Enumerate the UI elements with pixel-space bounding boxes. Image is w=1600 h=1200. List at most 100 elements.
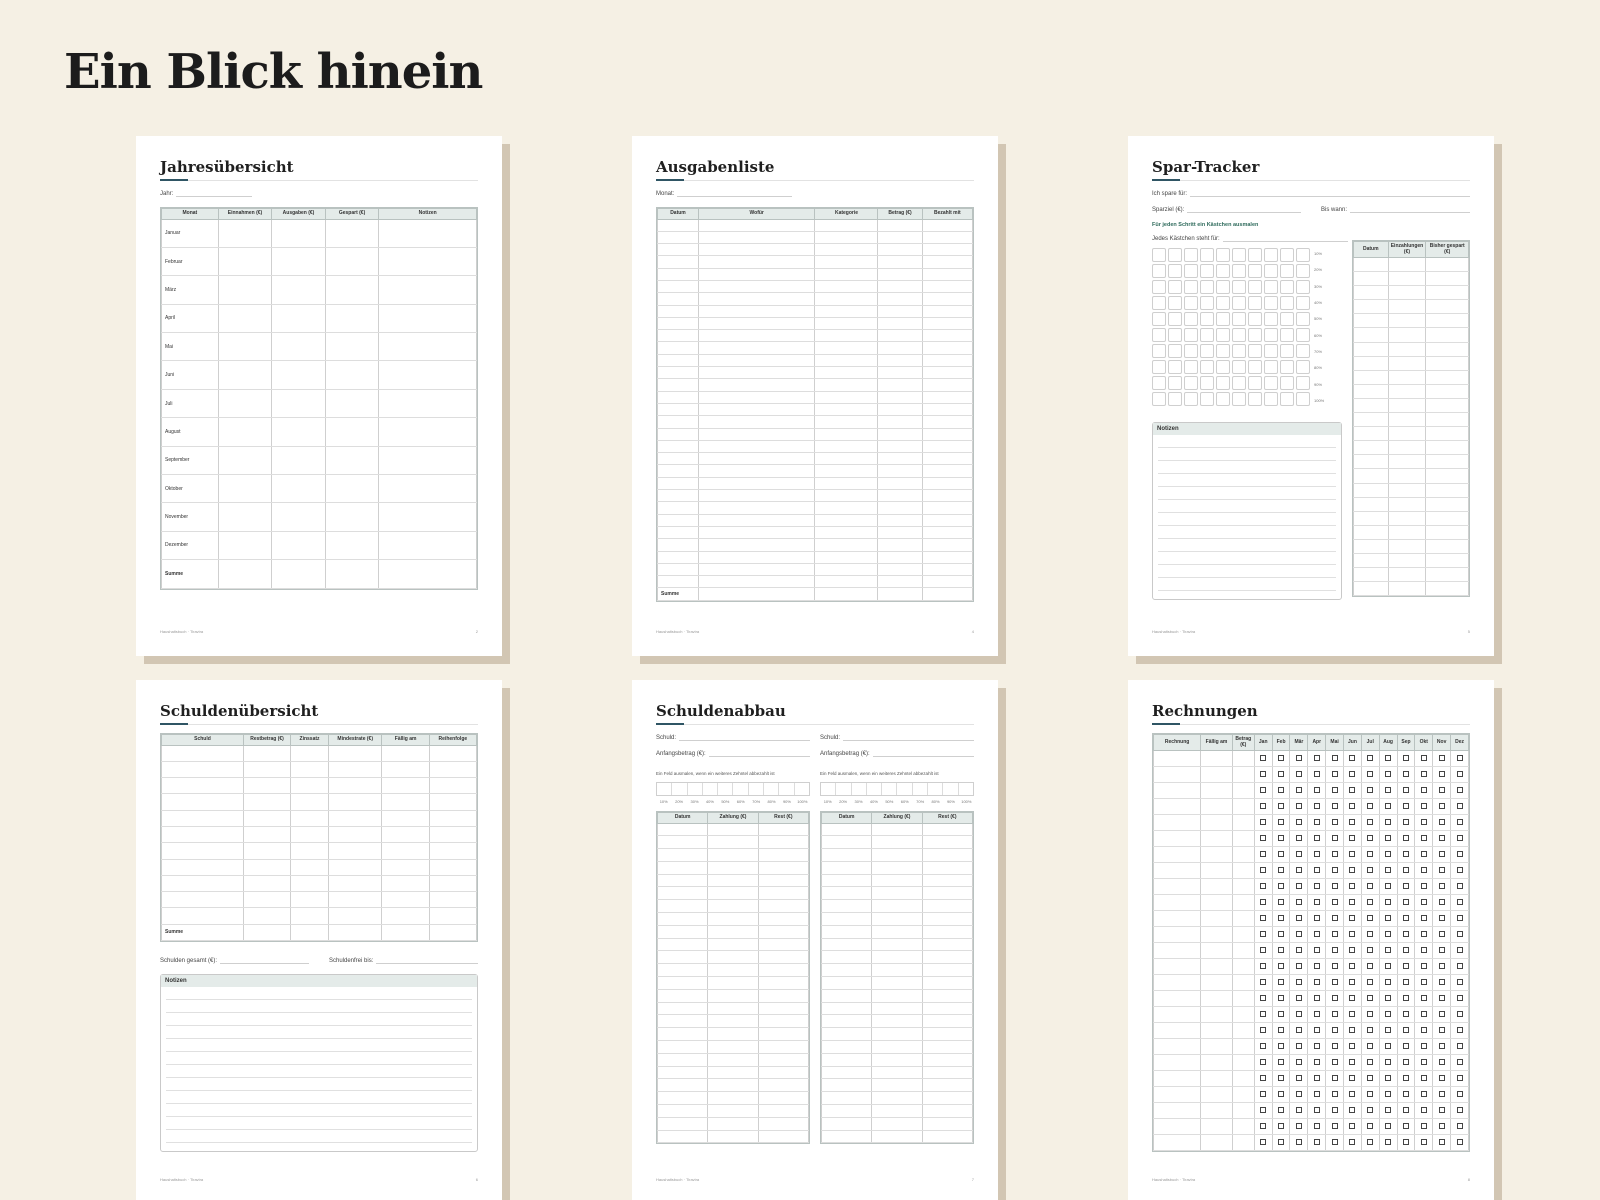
table-cell[interactable] [697,550,816,564]
savings-box[interactable] [1280,392,1294,406]
savings-box[interactable] [1264,296,1278,310]
checkbox[interactable] [1420,930,1427,937]
table-cell[interactable] [707,860,759,875]
savings-box[interactable] [1280,376,1294,390]
note-line[interactable] [166,987,472,1001]
savings-box[interactable] [1280,344,1294,358]
checkbox[interactable] [1456,818,1463,825]
checkbox[interactable] [1420,1010,1427,1017]
table-cell[interactable] [921,963,974,978]
table-cell[interactable] [1152,798,1202,815]
table-cell[interactable] [871,1027,923,1042]
table-cell[interactable] [1387,538,1427,554]
checkbox[interactable] [1260,834,1267,841]
table-cell[interactable] [757,963,810,978]
checkbox[interactable] [1438,818,1445,825]
checkbox[interactable] [1313,754,1320,761]
checkbox[interactable] [1420,1106,1427,1113]
checkbox[interactable] [1420,1058,1427,1065]
table-cell[interactable] [877,415,923,429]
checkbox[interactable] [1260,898,1267,905]
checkbox[interactable] [1420,914,1427,921]
checkbox[interactable] [1420,866,1427,873]
table-cell[interactable] [381,760,430,779]
table-cell[interactable] [757,1078,810,1093]
table-cell[interactable] [428,858,478,876]
table-cell[interactable] [877,489,923,503]
checkbox[interactable] [1295,834,1302,841]
checkbox[interactable] [1438,882,1445,889]
checkbox[interactable] [1349,1042,1356,1049]
table-cell[interactable] [921,937,974,952]
table-cell[interactable] [657,562,699,577]
checkbox[interactable] [1331,882,1338,889]
table-cell[interactable] [1425,454,1469,470]
savings-box[interactable] [1200,376,1214,390]
checkbox[interactable] [1260,1058,1267,1065]
table-cell[interactable] [921,1129,974,1144]
table-cell[interactable] [820,1027,873,1042]
checkbox[interactable] [1438,770,1445,777]
checkbox[interactable] [1385,1026,1392,1033]
checkbox[interactable] [1349,850,1356,857]
table-cell[interactable] [921,501,974,515]
table-cell[interactable] [814,501,879,515]
progress-box[interactable] [733,783,749,795]
checkbox[interactable] [1402,946,1409,953]
table-cell[interactable] [871,912,923,926]
table-cell[interactable] [428,891,478,909]
table-cell[interactable] [656,1065,709,1080]
table-cell[interactable] [814,452,879,466]
savings-box[interactable] [1232,296,1246,310]
savings-box[interactable] [1184,344,1198,358]
table-cell[interactable] [697,218,816,232]
table-cell[interactable] [814,390,879,404]
table-cell[interactable] [707,1014,759,1029]
checkbox[interactable] [1456,850,1463,857]
table-cell[interactable] [1152,974,1202,991]
table-cell[interactable] [657,341,699,355]
savings-box[interactable] [1264,360,1278,374]
table-cell[interactable] [921,886,974,901]
checkbox[interactable] [1260,930,1267,937]
table-cell[interactable] [757,873,810,888]
table-cell[interactable] [1425,397,1469,414]
table-cell[interactable] [707,950,759,965]
checkbox[interactable] [1438,914,1445,921]
checkbox[interactable] [1349,1138,1356,1145]
table-cell[interactable] [324,417,380,447]
table-cell[interactable] [921,279,974,294]
table-cell[interactable] [271,303,326,334]
table-cell[interactable] [1200,1086,1233,1103]
table-cell[interactable] [327,874,383,893]
table-cell[interactable] [271,388,326,419]
table-cell[interactable] [1200,798,1233,815]
table-cell[interactable] [1231,926,1255,943]
checkbox[interactable] [1402,898,1409,905]
table-cell[interactable] [1200,1070,1233,1087]
checkbox[interactable] [1295,962,1302,969]
savings-box[interactable] [1264,280,1278,294]
savings-box[interactable] [1248,280,1262,294]
checkbox[interactable] [1438,898,1445,905]
progress-box[interactable] [882,783,898,795]
table-cell[interactable] [657,230,699,245]
checkbox[interactable] [1260,802,1267,809]
savings-box[interactable] [1280,296,1294,310]
table-cell[interactable] [381,842,430,860]
table-cell[interactable] [697,243,816,257]
table-cell[interactable] [290,793,329,811]
checkbox[interactable] [1385,930,1392,937]
table-cell[interactable] [1425,383,1469,399]
checkbox[interactable] [1438,850,1445,857]
checkbox[interactable] [1278,1010,1285,1017]
checkbox[interactable] [1295,882,1302,889]
table-cell[interactable] [1387,524,1427,540]
checkbox[interactable] [1295,914,1302,921]
table-cell[interactable] [871,860,923,875]
table-cell[interactable] [1353,567,1389,583]
checkbox[interactable] [1367,1106,1374,1113]
checkbox[interactable] [1367,882,1374,889]
checkbox[interactable] [1313,866,1320,873]
checkbox[interactable] [1420,754,1427,761]
